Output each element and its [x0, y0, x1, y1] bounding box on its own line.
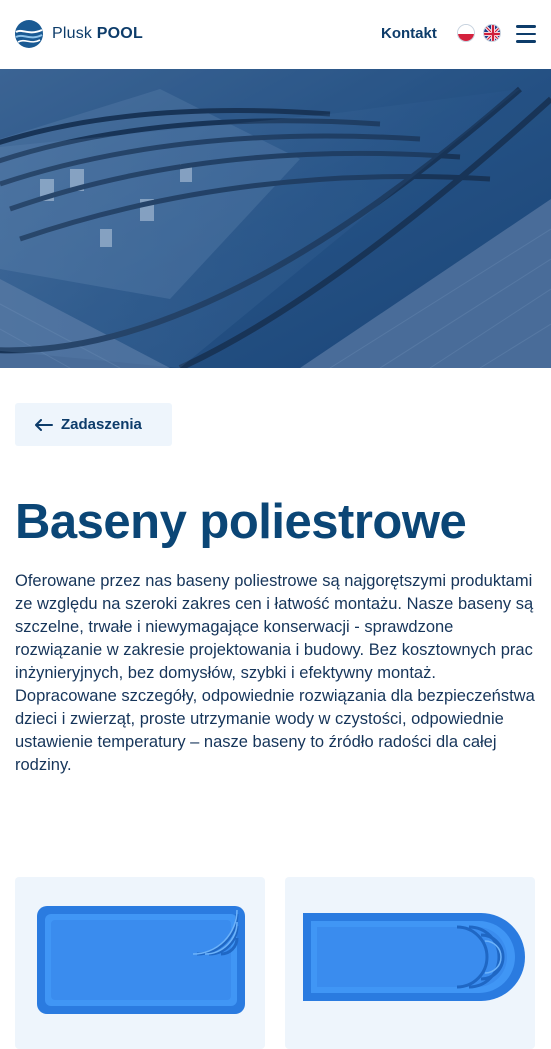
site-header: Plusk POOL Kontakt [0, 0, 551, 69]
uk-flag-icon[interactable] [483, 24, 501, 42]
page-description: Oferowane przez nas baseny poliestrowe s… [15, 572, 535, 774]
page-title: Baseny poliestrowe [15, 495, 467, 549]
product-card[interactable] [285, 877, 535, 1049]
rectangular-pool-rounded-steps [303, 913, 525, 1001]
logo[interactable]: Plusk POOL [14, 19, 143, 49]
hamburger-icon[interactable] [516, 25, 536, 43]
back-to-zadaszenia-button[interactable]: Zadaszenia [15, 403, 172, 446]
product-card[interactable] [15, 877, 265, 1049]
logo-text: Plusk POOL [52, 25, 143, 42]
pool-enclosure-photo [0, 69, 551, 368]
pl-flag-icon[interactable] [457, 24, 475, 42]
logo-icon [15, 20, 43, 48]
back-button-label: Zadaszenia [61, 416, 142, 433]
rectangular-pool-corner-steps [37, 906, 245, 1014]
hero-image [0, 69, 551, 368]
contact-link[interactable]: Kontakt [381, 25, 437, 42]
arrow-left-icon [35, 418, 53, 431]
